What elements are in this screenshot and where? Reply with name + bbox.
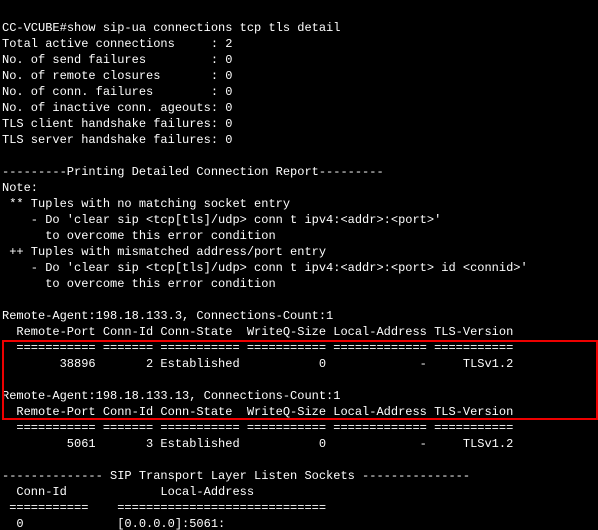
stat-line-5: TLS client handshake failures: 0 <box>2 117 232 131</box>
agent-0-header: Remote-Agent:198.18.133.3, Connections-C… <box>2 309 333 323</box>
terminal-output: CC-VCUBE#show sip-ua connections tcp tls… <box>0 0 598 530</box>
note-1-to: to overcome this error condition <box>2 277 276 291</box>
note-0-to: to overcome this error condition <box>2 229 276 243</box>
listen-title: -------------- SIP Transport Layer Liste… <box>2 469 470 483</box>
agent-0-cols: Remote-Port Conn-Id Conn-State WriteQ-Si… <box>2 325 513 339</box>
agent-1-sep: =========== ======= =========== ========… <box>2 421 513 435</box>
agent-1-header: Remote-Agent:198.18.133.13, Connections-… <box>2 389 340 403</box>
listen-row: 0 [0.0.0.0]:5061: <box>2 517 225 530</box>
stat-line-1: No. of send failures : 0 <box>2 53 232 67</box>
stat-line-2: No. of remote closures : 0 <box>2 69 232 83</box>
agent-0-row: 38896 2 Established 0 - TLSv1.2 <box>2 357 513 371</box>
note-1-do: - Do 'clear sip <tcp[tls]/udp> conn t ip… <box>2 261 528 275</box>
stat-line-6: TLS server handshake failures: 0 <box>2 133 232 147</box>
listen-cols: Conn-Id Local-Address <box>2 485 348 499</box>
note-1-head: ++ Tuples with mismatched address/port e… <box>2 245 326 259</box>
note-0-head: ** Tuples with no matching socket entry <box>2 197 290 211</box>
stat-line-4: No. of inactive conn. ageouts: 0 <box>2 101 232 115</box>
agent-0-sep: =========== ======= =========== ========… <box>2 341 513 355</box>
note-0-do: - Do 'clear sip <tcp[tls]/udp> conn t ip… <box>2 213 441 227</box>
note-label: Note: <box>2 181 38 195</box>
shell-prompt: CC-VCUBE# <box>2 21 67 35</box>
agent-1-row: 5061 3 Established 0 - TLSv1.2 <box>2 437 513 451</box>
stat-line-0: Total active connections : 2 <box>2 37 232 51</box>
report-title: ---------Printing Detailed Connection Re… <box>2 165 384 179</box>
listen-sep: =========== ============================… <box>2 501 333 515</box>
command-entered: show sip-ua connections tcp tls detail <box>67 21 341 35</box>
stat-line-3: No. of conn. failures : 0 <box>2 85 232 99</box>
agent-1-cols: Remote-Port Conn-Id Conn-State WriteQ-Si… <box>2 405 513 419</box>
